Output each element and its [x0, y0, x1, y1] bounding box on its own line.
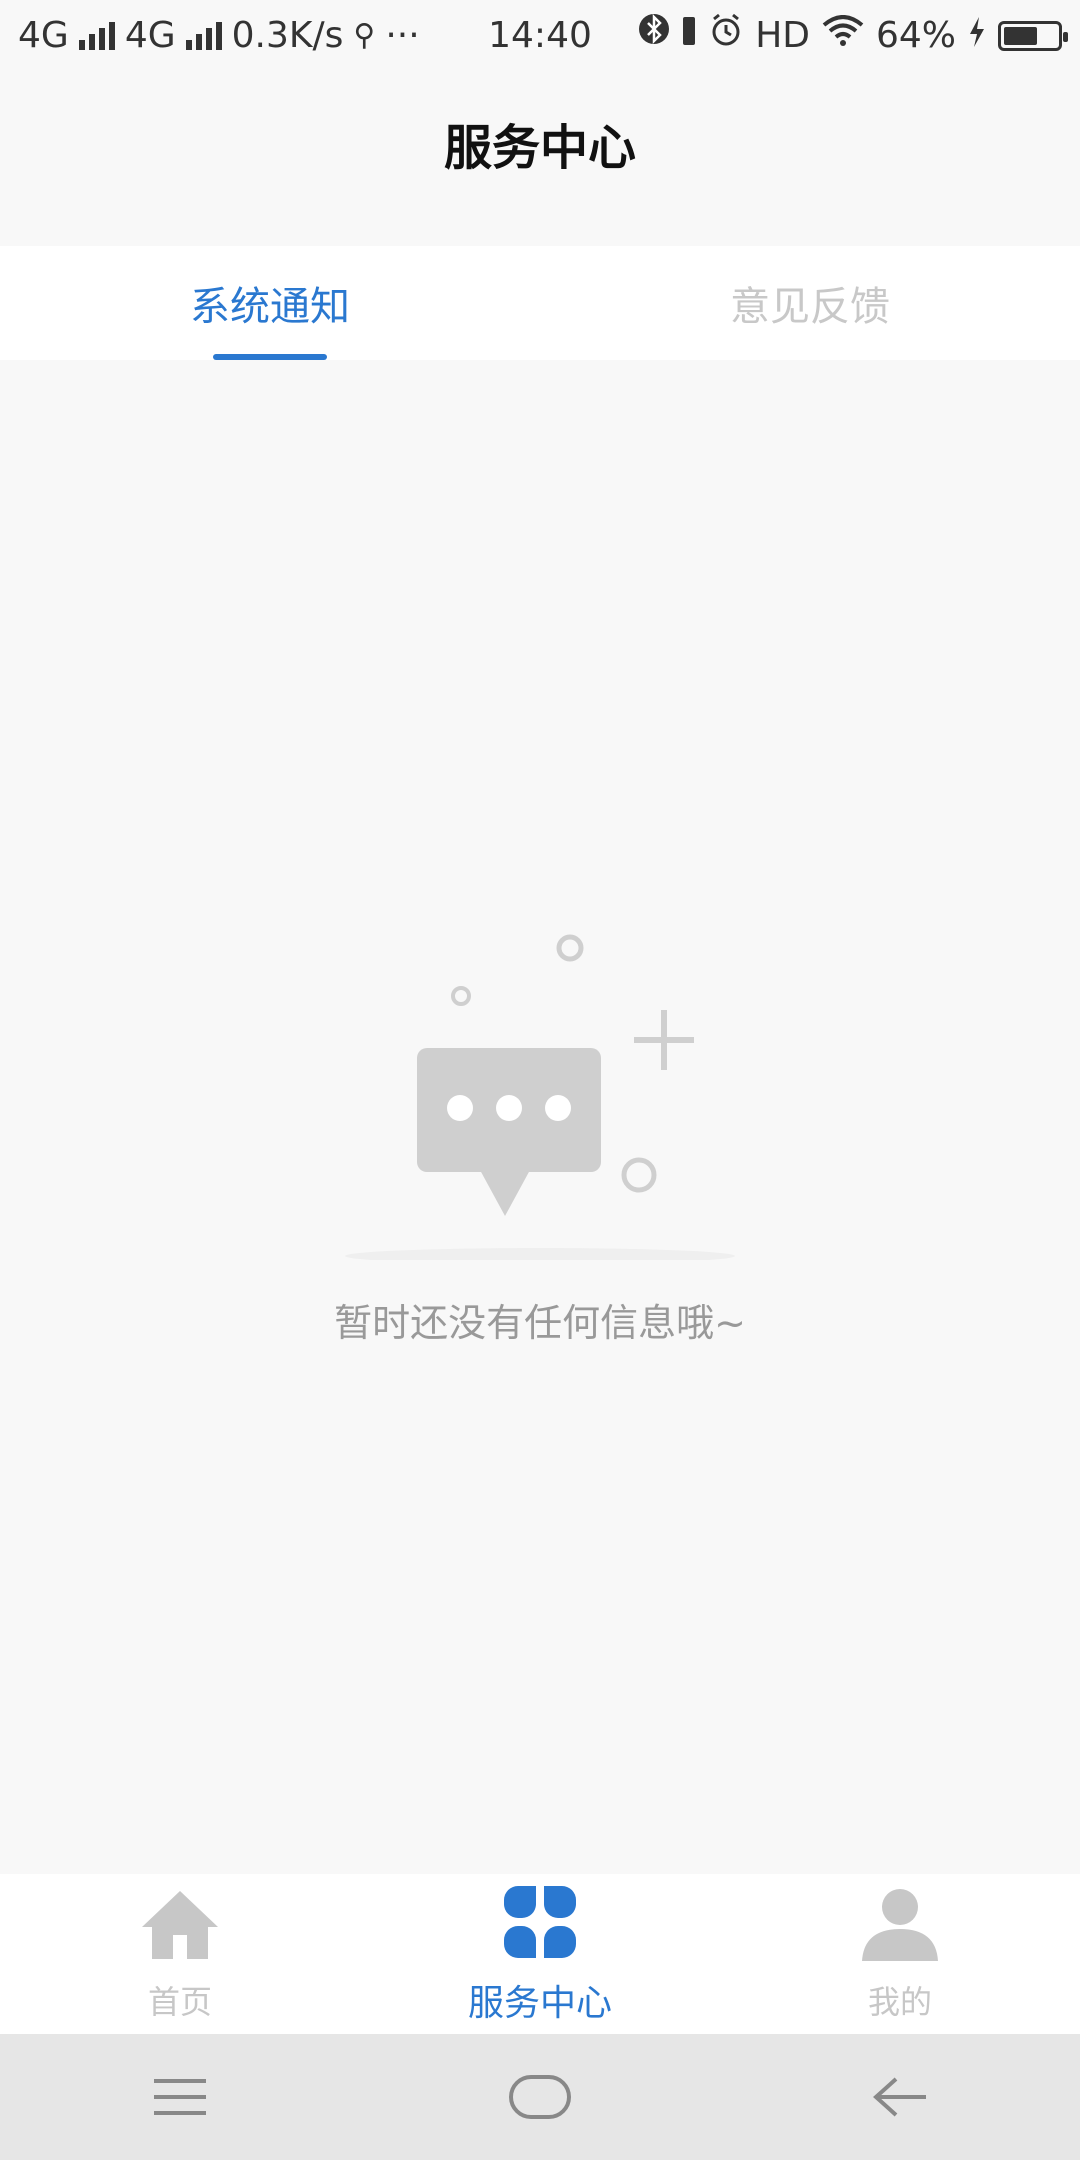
bubble-circle	[451, 986, 471, 1006]
battery-icon	[998, 21, 1068, 51]
tab-bar: 系统通知 意见反馈	[0, 246, 1080, 360]
grid-icon	[504, 1886, 576, 1958]
vibrate-icon	[681, 0, 697, 72]
tab-label: 意见反馈	[730, 284, 890, 330]
charging-icon	[968, 0, 986, 72]
nav-item-profile[interactable]: 我的	[720, 1874, 1080, 2034]
empty-state: 暂时还没有任何信息哦~	[0, 920, 1080, 1370]
bubble-circle	[556, 934, 584, 962]
tab-feedback[interactable]: 意见反馈	[540, 246, 1080, 360]
home-button[interactable]	[480, 2057, 600, 2137]
nav-label: 首页	[147, 1983, 212, 2021]
home-pill-icon	[509, 2075, 571, 2119]
page-title: 服务中心	[0, 72, 1080, 214]
back-button[interactable]	[840, 2057, 960, 2137]
menu-button[interactable]	[120, 2057, 240, 2137]
back-arrow-icon	[873, 2077, 926, 2117]
empty-message: 暂时还没有任何信息哦~	[334, 1301, 746, 1345]
wifi-icon	[822, 0, 864, 72]
alarm-icon	[709, 0, 743, 72]
system-nav-bar	[0, 2034, 1080, 2160]
plus-icon	[634, 1010, 694, 1070]
status-bar: 4G 4G 0.3K/s ⚲ ··· 14:40 HD 64%	[0, 0, 1080, 72]
nav-label: 我的	[867, 1983, 932, 2021]
user-icon	[862, 1889, 938, 1961]
empty-message-illustration	[345, 934, 735, 1260]
menu-icon	[154, 2079, 206, 2115]
tab-label: 系统通知	[190, 284, 350, 330]
hd-indicator: HD	[755, 15, 810, 56]
battery-percent: 64%	[875, 15, 956, 56]
active-tab-indicator	[213, 354, 327, 360]
tab-system-notifications[interactable]: 系统通知	[0, 246, 540, 360]
home-icon	[142, 1891, 218, 1959]
nav-item-home[interactable]: 首页	[0, 1874, 360, 2034]
nav-label: 服务中心	[467, 1983, 612, 2024]
bottom-nav: 首页 服务中心 我的	[0, 1874, 1080, 2034]
shadow	[345, 1248, 735, 1260]
bluetooth-icon	[639, 0, 670, 72]
chat-bubble-tail	[480, 1170, 530, 1216]
nav-item-service-center[interactable]: 服务中心	[360, 1874, 720, 2034]
bubble-circle	[621, 1157, 657, 1193]
